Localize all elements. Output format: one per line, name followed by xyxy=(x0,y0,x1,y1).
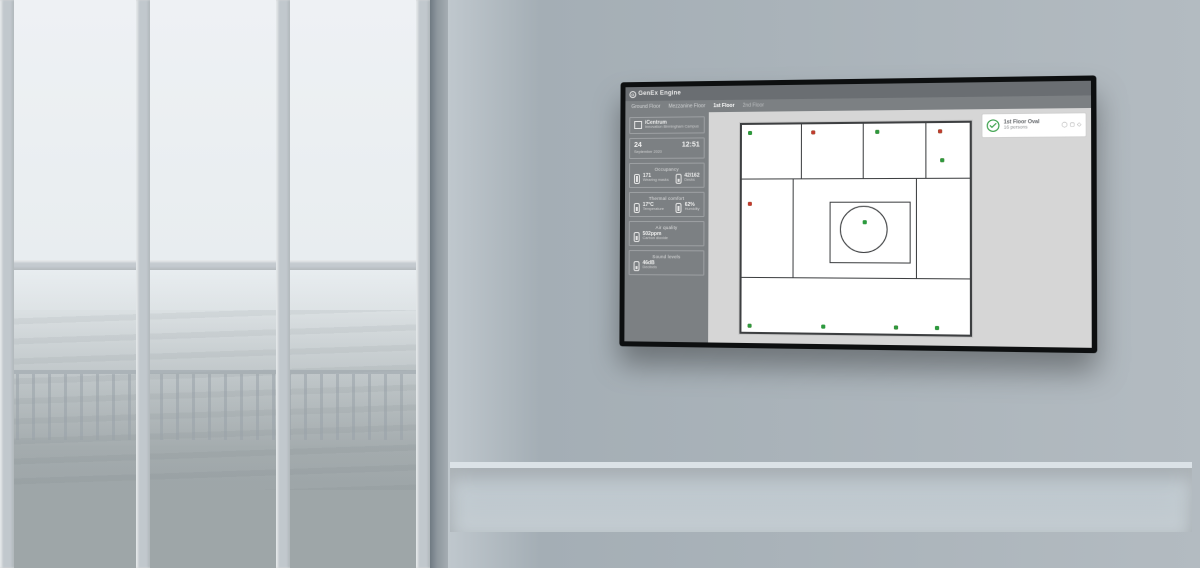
gauge-icon xyxy=(634,232,640,242)
metric-icon: ◯ xyxy=(1062,122,1068,127)
thermal-hum-label: Humidity xyxy=(685,208,700,212)
wall-seam xyxy=(430,0,448,568)
wall xyxy=(740,277,972,280)
wall xyxy=(925,121,926,178)
panel-datetime: 24 12:51 September 2020 xyxy=(629,137,705,158)
app-screen: G GenEx Engine Ground Floor Mezzanine Fl… xyxy=(624,81,1091,348)
metric-icon: ▢ xyxy=(1070,122,1075,127)
sound-label: Decibels xyxy=(642,266,656,270)
wall xyxy=(740,121,972,125)
air-label: Carbon dioxide xyxy=(643,237,668,241)
time-now: 12:51 xyxy=(682,141,700,148)
metric-icon: ◇ xyxy=(1077,122,1081,127)
window-mullion xyxy=(0,0,14,568)
wall xyxy=(740,178,972,180)
wall xyxy=(739,332,972,337)
thermal-temp-label: Temperature xyxy=(643,208,664,212)
wall xyxy=(739,123,742,334)
thermal-title: Thermal comfort xyxy=(634,195,700,200)
air-title: Air quality xyxy=(634,225,700,230)
panel-thermal[interactable]: Thermal comfort 17°C Temperature xyxy=(629,191,705,216)
app-body: iCentrum Innovation Birmingham Campus 24… xyxy=(624,108,1091,348)
status-ok-icon xyxy=(987,119,1000,132)
zone-persons: 16 persons xyxy=(1004,126,1040,131)
tv-bezel: G GenEx Engine Ground Floor Mezzanine Fl… xyxy=(619,75,1097,353)
window-mullion xyxy=(416,0,430,568)
brand-name: GenEx Engine xyxy=(638,90,681,97)
wall xyxy=(970,121,972,337)
tab-1st-floor[interactable]: 1st Floor xyxy=(713,103,734,109)
wall xyxy=(916,178,917,279)
wall-display-tv: G GenEx Engine Ground Floor Mezzanine Fl… xyxy=(619,75,1097,353)
zone-metric-icons: ◯ ▢ ◇ xyxy=(1062,122,1082,127)
zone-info-card[interactable]: 1st Floor Oval 16 persons ◯ ▢ ◇ xyxy=(981,112,1086,138)
location-subline: Innovation Birmingham Campus xyxy=(645,125,699,129)
wall xyxy=(801,122,802,178)
panel-location: iCentrum Innovation Birmingham Campus xyxy=(629,116,705,134)
tab-ground-floor[interactable]: Ground Floor xyxy=(631,104,660,110)
office-windows xyxy=(0,0,430,568)
occupancy-mask-label: Wearing masks xyxy=(643,179,669,183)
building-icon xyxy=(634,121,642,129)
window-mullion xyxy=(136,0,150,568)
panel-sound[interactable]: Sound levels 46dB Decibels xyxy=(629,250,705,276)
occupancy-title: Occupancy xyxy=(634,166,700,171)
gauge-icon xyxy=(634,261,640,271)
sound-title: Sound levels xyxy=(634,254,700,259)
date-day: 24 xyxy=(634,142,642,149)
gauge-icon xyxy=(634,174,640,184)
window-mullion xyxy=(276,0,290,568)
balcony-rail xyxy=(0,370,430,440)
floor-plan[interactable] xyxy=(738,120,973,338)
tab-mezzanine-floor[interactable]: Mezzanine Floor xyxy=(668,103,705,109)
floor-plan-area[interactable]: 1st Floor Oval 16 persons ◯ ▢ ◇ xyxy=(708,108,1092,348)
oval-zone[interactable] xyxy=(840,206,888,253)
wall xyxy=(792,178,793,278)
date-month-year: September 2020 xyxy=(634,150,700,154)
brand: G GenEx Engine xyxy=(629,90,681,98)
window-mullion xyxy=(0,260,430,270)
room-background: G GenEx Engine Ground Floor Mezzanine Fl… xyxy=(0,0,1200,568)
sidebar: iCentrum Innovation Birmingham Campus 24… xyxy=(624,112,708,342)
wall xyxy=(863,122,864,178)
gauge-icon xyxy=(676,203,682,213)
panel-air[interactable]: Air quality 502ppm Carbon dioxide xyxy=(629,221,705,246)
gauge-icon xyxy=(675,173,681,183)
gauge-icon xyxy=(634,203,640,213)
brand-logo-icon: G xyxy=(629,91,636,98)
panel-occupancy[interactable]: Occupancy 171 Wearing masks xyxy=(629,162,705,187)
reception-counter xyxy=(450,462,1192,532)
tab-2nd-floor[interactable]: 2nd Floor xyxy=(743,102,764,108)
occupancy-desk-label: Desks xyxy=(684,179,699,183)
